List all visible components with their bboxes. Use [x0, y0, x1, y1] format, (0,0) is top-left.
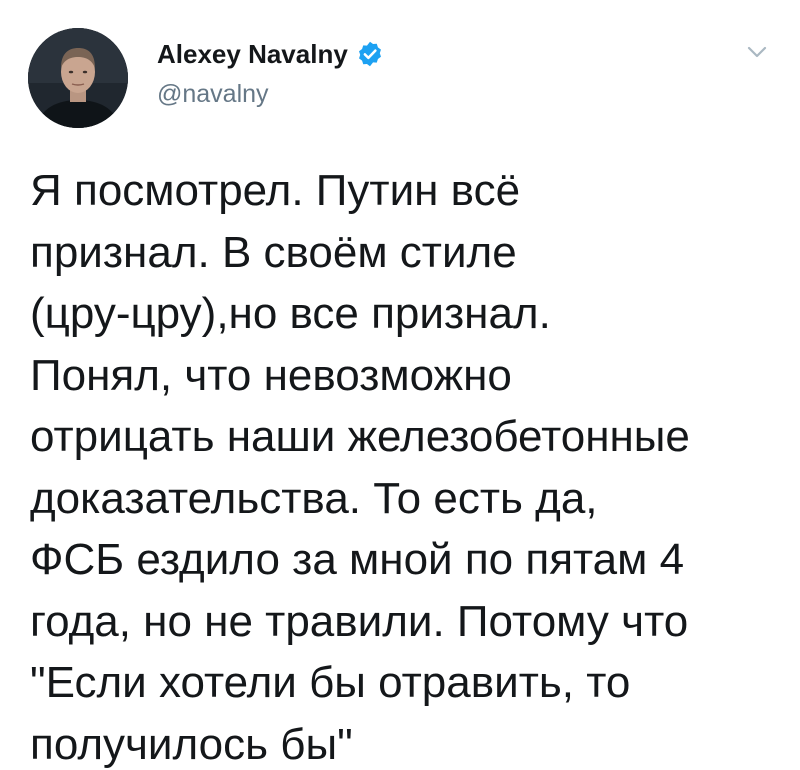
tweet-text-line: доказательства. То есть да,	[30, 473, 598, 523]
tweet-text: Я посмотрел. Путин всё признал. В своём …	[30, 160, 790, 770]
tweet-text-line: (цру-цру),но все признал.	[30, 289, 551, 338]
avatar[interactable]	[28, 28, 128, 128]
author-display-name[interactable]: Alexey Navalny	[157, 39, 348, 70]
author-name-row[interactable]: Alexey Navalny	[157, 34, 384, 74]
tweet-text-line: года, но не травили. Потому что	[30, 596, 689, 646]
verified-badge-icon	[356, 40, 384, 68]
tweet-text-line: Я посмотрел. Путин всё	[30, 166, 521, 215]
tweet-text-line: признал. В своём стиле	[30, 227, 517, 277]
tweet-text-line: "Если хотели бы отравить, то	[30, 658, 631, 707]
tweet-text-line: отрицать наши железобетонные	[30, 412, 690, 461]
avatar-photo	[28, 28, 128, 128]
tweet-card: Alexey Navalny @navalny Я посмотрел. Пут…	[0, 0, 800, 770]
tweet-text-line: получилось бы"	[30, 719, 353, 769]
tweet-text-line: Понял, что невозможно	[30, 350, 512, 400]
author-handle[interactable]: @navalny	[157, 80, 269, 109]
tweet-text-line: ФСБ ездило за мной по пятам 4	[30, 535, 685, 584]
chevron-down-icon[interactable]	[742, 40, 772, 64]
